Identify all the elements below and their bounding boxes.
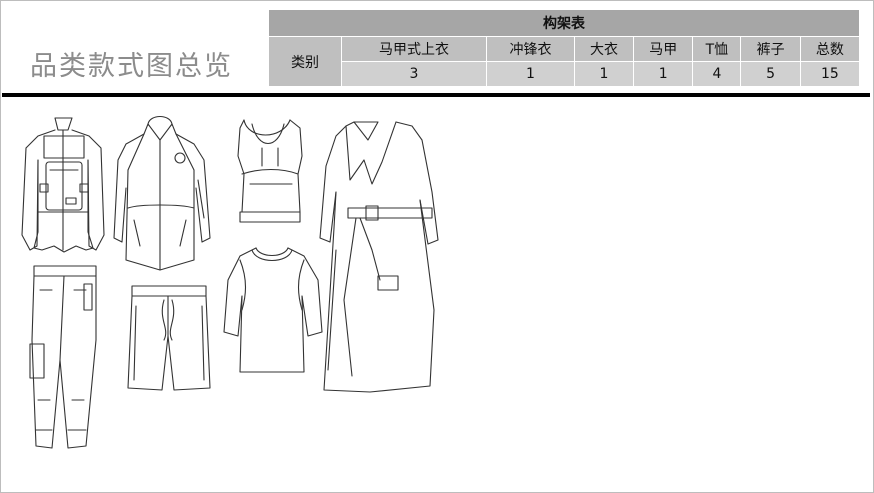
column-header: T恤 bbox=[692, 36, 742, 62]
header-divider bbox=[2, 93, 870, 97]
count-cell: 1 bbox=[486, 61, 575, 87]
shorts-sketch-icon bbox=[128, 286, 210, 390]
garment-sketches bbox=[0, 100, 460, 460]
row-label: 类别 bbox=[268, 36, 342, 87]
count-cell: 3 bbox=[340, 61, 488, 87]
frame-table: 构架表 类别 马甲式上衣 冲锋衣 大衣 马甲 T恤 裤子 总数 3 1 1 1 … bbox=[268, 9, 861, 87]
count-cell: 1 bbox=[633, 61, 694, 87]
column-header: 马甲式上衣 bbox=[340, 36, 488, 62]
column-header: 大衣 bbox=[573, 36, 635, 62]
column-header: 马甲 bbox=[633, 36, 694, 62]
t-shirt-sketch-icon bbox=[224, 248, 322, 372]
hooded-parka-sketch-icon bbox=[114, 117, 210, 271]
count-cell: 4 bbox=[692, 61, 742, 87]
column-header: 总数 bbox=[799, 36, 861, 62]
table-title: 构架表 bbox=[268, 9, 860, 37]
page-title: 品类款式图总览 bbox=[30, 51, 233, 82]
count-cell: 15 bbox=[799, 61, 861, 87]
count-cell: 5 bbox=[740, 61, 801, 87]
cargo-trousers-sketch-icon bbox=[30, 266, 96, 448]
column-header: 冲锋衣 bbox=[486, 36, 575, 62]
jacket-with-vest-sketch-icon bbox=[22, 118, 104, 252]
count-cell: 1 bbox=[573, 61, 635, 87]
column-header: 裤子 bbox=[740, 36, 801, 62]
cropped-vest-top-sketch-icon bbox=[238, 120, 302, 222]
long-coat-sketch-icon bbox=[320, 122, 438, 392]
